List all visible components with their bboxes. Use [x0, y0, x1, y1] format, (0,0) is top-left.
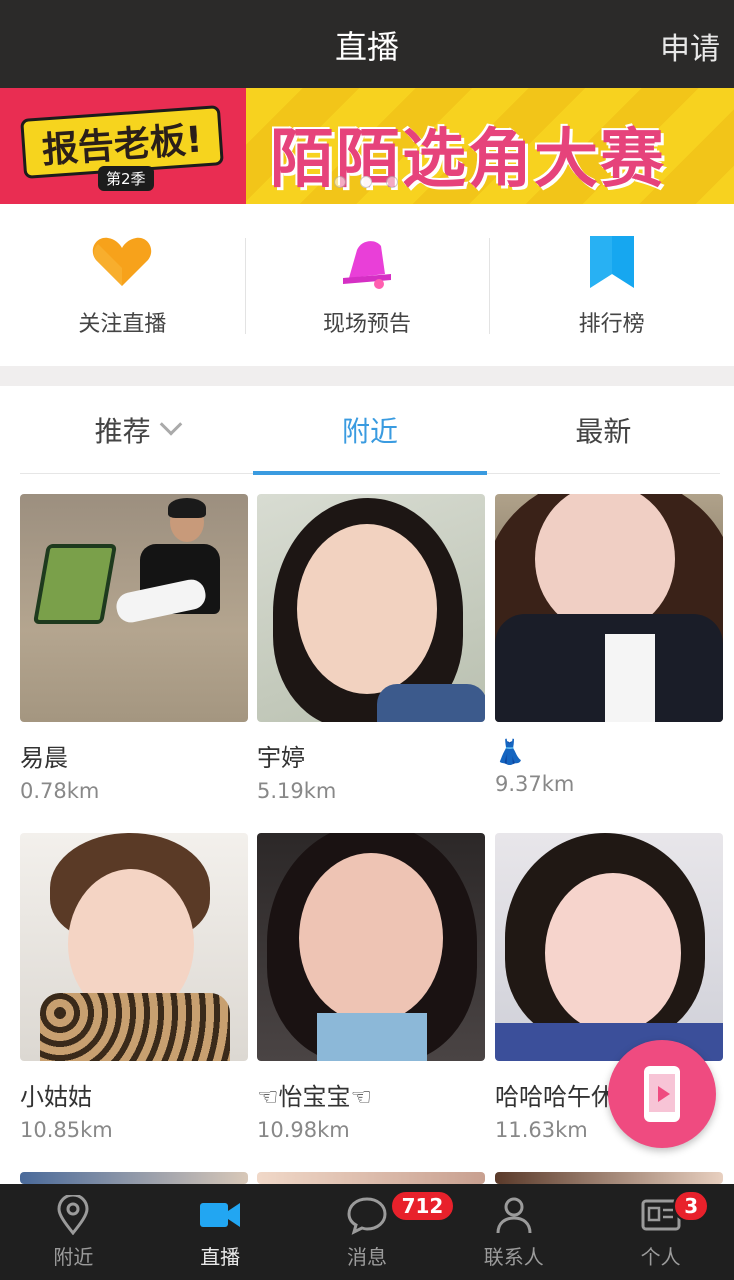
banner-headline: 陌陌选角大赛: [270, 123, 666, 197]
shortcut-leaderboard[interactable]: 排行榜: [489, 204, 734, 366]
streamer-card[interactable]: 易晨 0.78km: [20, 494, 248, 803]
person-icon: [496, 1197, 532, 1234]
filter-tabs: 推荐 附近 最新: [20, 386, 720, 475]
tab-latest[interactable]: 最新: [487, 386, 720, 473]
streamer-name: ☜怡宝宝☜: [257, 1083, 373, 1111]
location-pin-icon: [57, 1195, 89, 1235]
streamer-photo[interactable]: [257, 494, 485, 722]
top-bar: 直播 申请: [0, 0, 734, 88]
streamer-distance: 9.37km: [495, 772, 575, 796]
nav-label: 附近: [53, 1245, 94, 1269]
streamer-name: 小姑姑: [20, 1083, 92, 1111]
start-live-button[interactable]: [608, 1040, 716, 1148]
nav-label: 个人: [640, 1245, 681, 1269]
streamer-card[interactable]: 👗 9.37km: [495, 494, 723, 796]
chat-bubble-icon: [347, 1197, 387, 1235]
phone-live-icon: [644, 1066, 680, 1122]
bottom-nav: 附近 直播 消息 712 联系人 个人 3: [0, 1184, 734, 1280]
nav-label: 联系人: [483, 1245, 544, 1269]
streamer-distance: 0.78km: [20, 779, 100, 803]
nav-live[interactable]: 直播: [147, 1184, 294, 1280]
bell-icon: [343, 241, 391, 289]
chevron-down-icon: [159, 412, 182, 436]
nav-profile[interactable]: 个人 3: [587, 1184, 734, 1280]
apply-button[interactable]: 申请: [660, 24, 720, 68]
tab-label: 附近: [341, 414, 398, 448]
tab-label: 最新: [575, 414, 632, 448]
nav-label: 消息: [346, 1245, 387, 1269]
streamer-photo[interactable]: [495, 1172, 723, 1184]
streamer-photo[interactable]: [257, 833, 485, 1061]
shortcut-live-preview[interactable]: 现场预告: [244, 204, 490, 366]
streamer-card-partial[interactable]: [495, 1172, 723, 1184]
streamer-distance: 10.85km: [20, 1118, 113, 1142]
streamer-card[interactable]: ☜怡宝宝☜ 10.98km: [257, 833, 485, 1142]
banner-dot[interactable]: [386, 176, 398, 188]
shortcut-following-live[interactable]: 关注直播: [0, 204, 245, 366]
shortcut-row: 关注直播 现场预告 排行榜: [0, 204, 734, 366]
banner-dot[interactable]: [334, 176, 346, 188]
nav-nearby[interactable]: 附近: [0, 1184, 147, 1280]
nav-label: 直播: [200, 1245, 241, 1269]
streamer-photo[interactable]: [20, 494, 248, 722]
shortcut-label: 关注直播: [78, 312, 167, 337]
streamer-card-partial[interactable]: [257, 1172, 485, 1184]
banner-season-tag: 第2季: [98, 166, 154, 191]
streamer-name: 易晨: [20, 744, 68, 772]
nav-messages[interactable]: 消息 712: [294, 1184, 456, 1280]
heart-icon: [93, 237, 152, 286]
streamer-photo[interactable]: [257, 1172, 485, 1184]
nav-contacts[interactable]: 联系人: [440, 1184, 587, 1280]
shortcut-label: 现场预告: [323, 312, 412, 337]
streamer-distance: 5.19km: [257, 779, 337, 803]
banner-left-panel: 报告老板! 第2季: [0, 88, 246, 204]
tab-label: 推荐: [94, 414, 151, 448]
banner-pagination[interactable]: [334, 176, 398, 188]
profile-badge: 3: [673, 1190, 710, 1222]
banner-dot-active[interactable]: [360, 176, 372, 188]
streamer-photo[interactable]: [20, 1172, 248, 1184]
section-divider: [0, 366, 734, 386]
shortcut-label: 排行榜: [578, 312, 645, 337]
streamer-distance: 10.98km: [257, 1118, 350, 1142]
streamer-name: 👗: [495, 738, 525, 766]
tab-recommended[interactable]: 推荐: [20, 386, 253, 473]
video-camera-icon: [200, 1203, 241, 1227]
streamer-photo[interactable]: [495, 494, 723, 722]
page-title: 直播: [334, 28, 399, 66]
streamer-photo[interactable]: [20, 833, 248, 1061]
streamer-card[interactable]: 小姑姑 10.85km: [20, 833, 248, 1142]
bookmark-icon: [589, 236, 634, 288]
streamer-card[interactable]: 宇婷 5.19km: [257, 494, 485, 803]
streamer-photo[interactable]: [495, 833, 723, 1061]
tab-nearby[interactable]: 附近: [253, 386, 487, 475]
streamer-card-partial[interactable]: [20, 1172, 248, 1184]
streamer-name: 宇婷: [257, 744, 305, 772]
